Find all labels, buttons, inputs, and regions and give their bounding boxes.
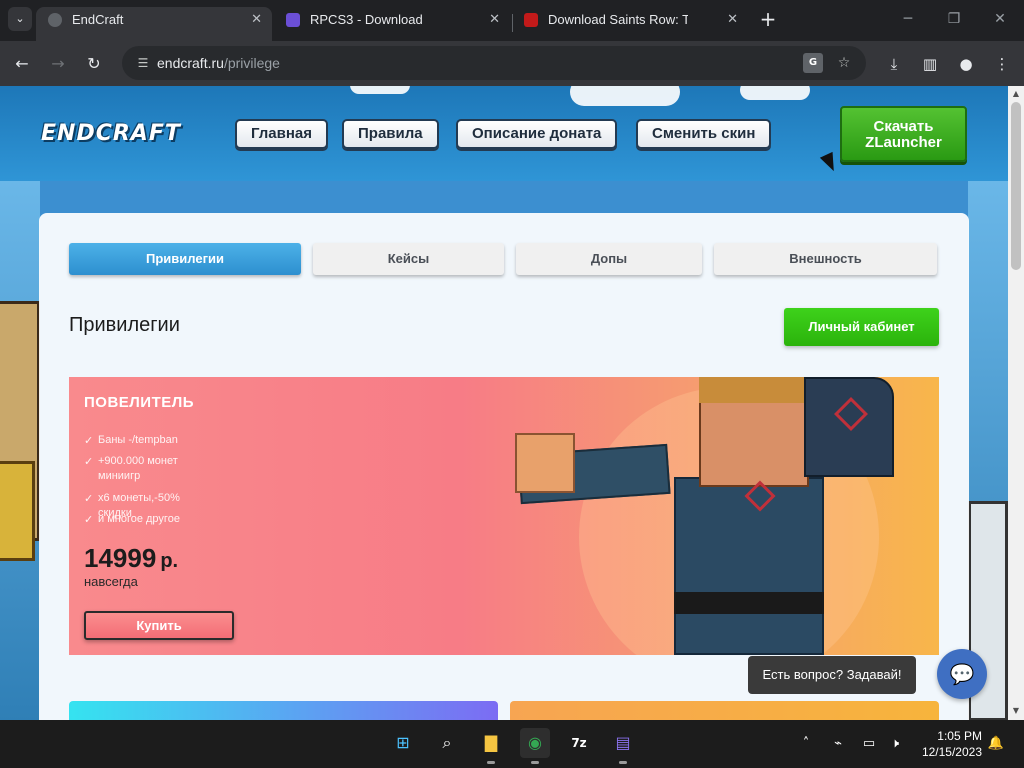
download-icon[interactable]: ⤓ — [883, 53, 905, 75]
clock-date: 12/15/2023 — [921, 745, 982, 759]
page-viewport: ENDCRAFT Главная Правила Описание доната… — [0, 86, 1008, 720]
check-icon: ✓ — [84, 455, 94, 468]
character-illustration — [509, 377, 929, 655]
nav-donate-description[interactable]: Описание доната — [456, 119, 618, 149]
rpcs3-taskbar-icon[interactable]: ▤ — [608, 728, 638, 764]
background-art-left — [0, 181, 40, 720]
browser-toolbar: ← → ↻ ☰ endcraft.ru/privilege G ☆ ⤓ ▥ ● … — [0, 41, 1024, 86]
tab-strip: ⌄ EndCraft ✕ RPCS3 - Download ✕ Download… — [0, 0, 1024, 41]
nav-home[interactable]: Главная — [235, 119, 329, 149]
system-clock[interactable]: 1:05 PM 12/15/2023 — [910, 728, 982, 760]
tab-appearance[interactable]: Внешность — [714, 243, 937, 275]
globe-icon — [48, 13, 62, 27]
feature-text: и многое другое — [98, 513, 180, 525]
personal-cabinet-button[interactable]: Личный кабинет — [784, 308, 939, 346]
chrome-icon[interactable]: ◉ — [520, 728, 550, 764]
url-text[interactable]: endcraft.ru/privilege — [157, 55, 280, 71]
chat-prompt[interactable]: Есть вопрос? Задавай! — [748, 656, 916, 694]
minimize-icon[interactable]: ─ — [898, 9, 918, 29]
scroll-down-icon[interactable]: ▼ — [1011, 706, 1021, 716]
buy-button[interactable]: Купить — [84, 611, 234, 640]
display-icon[interactable]: ▭ — [859, 734, 879, 754]
nav-rules[interactable]: Правила — [342, 119, 439, 149]
price-currency: р. — [160, 550, 179, 572]
7zip-icon[interactable]: 7z — [564, 728, 594, 758]
windows-start-icon[interactable]: ⊞ — [388, 728, 418, 758]
menu-kebab-icon[interactable]: ⋮ — [991, 53, 1013, 75]
file-explorer-icon[interactable]: ▇ — [476, 728, 506, 764]
background-art-right — [968, 181, 1008, 720]
cloud-decoration — [570, 86, 680, 106]
page-scrollbar[interactable]: ▲ ▼ — [1008, 86, 1024, 720]
section-title: Привилегии — [69, 314, 180, 336]
tab-title: Download Saints Row: The Third — [548, 12, 688, 27]
check-icon: ✓ — [84, 434, 94, 447]
download-label-2: ZLauncher — [865, 134, 942, 151]
saints-row-icon — [524, 13, 538, 27]
reload-icon[interactable]: ↻ — [82, 52, 106, 76]
scroll-up-icon[interactable]: ▲ — [1011, 89, 1021, 99]
windows-taskbar: ⊞ ⌕ ▇ ◉ 7z ▤ ˄ ⌁ ▭ 🕨 1:05 PM 12/15/2023 … — [0, 720, 1024, 768]
check-icon: ✓ — [84, 492, 94, 505]
privilege-card: ПОВЕЛИТЕЛЬ ✓ Баны -/tempban ✓ +900.000 м… — [69, 377, 939, 655]
volume-muted-icon[interactable]: 🕨 — [885, 734, 905, 754]
close-window-icon[interactable]: ✕ — [990, 9, 1010, 29]
site-header: ENDCRAFT Главная Правила Описание доната… — [0, 86, 1008, 181]
check-icon: ✓ — [84, 513, 94, 526]
side-panel-icon[interactable]: ▥ — [919, 53, 941, 75]
forward-icon[interactable]: → — [46, 52, 70, 76]
rpcs3-icon — [286, 13, 300, 27]
scroll-thumb[interactable] — [1011, 102, 1021, 270]
tab-search-button[interactable]: ⌄ — [8, 7, 32, 31]
new-tab-button[interactable]: + — [758, 8, 778, 32]
close-tab-icon[interactable]: ✕ — [727, 7, 738, 33]
tab-cases[interactable]: Кейсы — [313, 243, 504, 275]
mouse-cursor-icon — [819, 151, 841, 175]
cloud-decoration — [740, 86, 810, 100]
tab-rpcs3[interactable]: RPCS3 - Download ✕ — [274, 7, 510, 41]
site-logo[interactable]: ENDCRAFT — [41, 121, 181, 146]
restore-icon[interactable]: ❐ — [944, 9, 964, 29]
tab-privileges[interactable]: Привилегии — [69, 243, 301, 275]
feature-text: +900.000 монет миниигр — [98, 455, 178, 482]
feature-item: ✓ и многое другое — [84, 512, 214, 527]
notification-bell-icon[interactable]: 🔔 — [986, 734, 1006, 754]
tab-extras[interactable]: Допы — [516, 243, 702, 275]
profile-icon[interactable]: ● — [955, 53, 977, 75]
price: 14999 р. — [84, 543, 178, 574]
feature-item: ✓ +900.000 монет миниигр — [84, 454, 214, 484]
url-domain: endcraft.ru — [157, 55, 224, 71]
bookmark-star-icon[interactable]: ☆ — [834, 53, 854, 73]
close-tab-icon[interactable]: ✕ — [251, 7, 262, 33]
network-icon[interactable]: ⌁ — [828, 734, 848, 754]
tab-title: RPCS3 - Download — [310, 12, 423, 27]
back-icon[interactable]: ← — [10, 52, 34, 76]
cloud-decoration — [350, 86, 410, 94]
site-settings-icon[interactable]: ☰ — [134, 54, 152, 72]
tray-chevron-icon[interactable]: ˄ — [796, 734, 816, 754]
character-art — [0, 461, 35, 561]
next-privilege-card — [510, 701, 939, 720]
translate-icon[interactable]: G — [803, 53, 823, 73]
tab-saints-row[interactable]: Download Saints Row: The Third ✕ — [512, 7, 748, 41]
close-tab-icon[interactable]: ✕ — [489, 7, 500, 33]
feature-text: Баны -/tempban — [98, 434, 178, 446]
price-value: 14999 — [84, 543, 157, 573]
nav-change-skin[interactable]: Сменить скин — [636, 119, 772, 149]
tab-title: EndCraft — [72, 12, 124, 27]
tab-endcraft[interactable]: EndCraft ✕ — [36, 7, 272, 41]
clock-time: 1:05 PM — [937, 729, 982, 743]
chat-icon[interactable]: 💬 — [937, 649, 987, 699]
download-launcher-button[interactable]: Скачать ZLauncher — [840, 106, 967, 162]
next-privilege-card — [69, 701, 498, 720]
download-label-1: Скачать — [873, 118, 934, 135]
feature-item: ✓ Баны -/tempban — [84, 433, 214, 448]
search-icon[interactable]: ⌕ — [432, 728, 462, 758]
privilege-name: ПОВЕЛИТЕЛЬ — [84, 394, 195, 411]
price-period: навсегда — [84, 574, 138, 589]
address-bar[interactable]: ☰ endcraft.ru/privilege G ☆ — [122, 46, 866, 80]
shop-card: Привилегии Кейсы Допы Внешность Привилег… — [39, 213, 969, 720]
url-path: /privilege — [223, 55, 280, 71]
